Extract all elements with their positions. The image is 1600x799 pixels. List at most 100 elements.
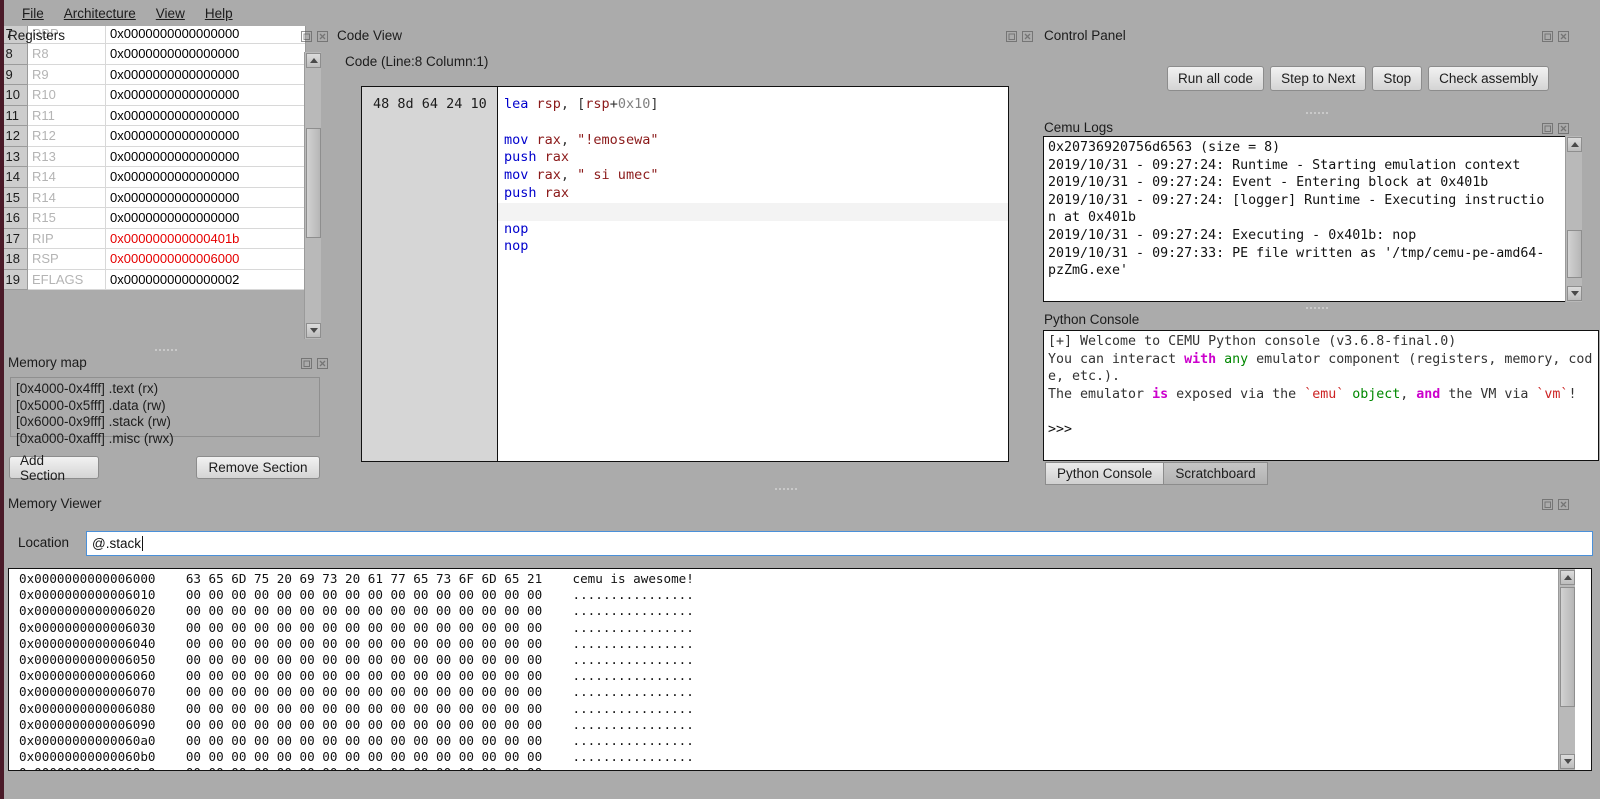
- close-icon[interactable]: [1021, 30, 1034, 43]
- close-icon[interactable]: [316, 30, 329, 43]
- table-row[interactable]: 10 R10 0x0000000000000000: [1, 84, 305, 106]
- run-all-code-button[interactable]: Run all code: [1167, 66, 1265, 91]
- scroll-up-icon[interactable]: [306, 53, 321, 68]
- register-value[interactable]: 0x0000000000000000: [105, 166, 305, 188]
- code-line-current[interactable]: [498, 202, 1008, 221]
- hexdump-row[interactable]: 0x00000000000060a0 00 00 00 00 00 00 00 …: [19, 733, 1591, 749]
- hexdump-row[interactable]: 0x0000000000006090 00 00 00 00 00 00 00 …: [19, 717, 1591, 733]
- table-row[interactable]: 16 R15 0x0000000000000000: [1, 207, 305, 229]
- register-value[interactable]: 0x0000000000000000: [105, 43, 305, 65]
- table-row[interactable]: 17 RIP 0x000000000000401b: [1, 228, 305, 249]
- close-icon[interactable]: [1557, 498, 1570, 511]
- table-row[interactable]: 18 RSP 0x0000000000006000: [1, 248, 305, 270]
- register-value[interactable]: 0x0000000000000000: [105, 84, 305, 106]
- memory-hexdump-vertical-scrollbar[interactable]: [1558, 569, 1575, 770]
- memory-map-section-list[interactable]: [0x4000-0x4fff] .text (rx) [0x5000-0x5fff…: [10, 377, 320, 446]
- scrollbar-thumb[interactable]: [1560, 587, 1575, 707]
- menu-file[interactable]: File: [12, 3, 54, 24]
- code-line[interactable]: nop: [498, 238, 1008, 256]
- code-editor-text[interactable]: lea rsp, [rsp+0x10] mov rax, "!emosewa" p…: [498, 87, 1008, 461]
- register-value[interactable]: 0x0000000000000000: [105, 146, 305, 167]
- hexdump-row[interactable]: 0x0000000000006010 00 00 00 00 00 00 00 …: [19, 587, 1591, 603]
- scrollbar-thumb[interactable]: [1567, 230, 1582, 278]
- stop-button[interactable]: Stop: [1372, 66, 1423, 91]
- list-item[interactable]: [0x6000-0x9fff] .stack (rw): [16, 414, 314, 431]
- scroll-down-icon[interactable]: [1567, 286, 1582, 301]
- splitter-grip-control-panel[interactable]: [1306, 112, 1328, 114]
- location-input[interactable]: @.stack: [86, 531, 1593, 556]
- scroll-down-icon[interactable]: [306, 323, 321, 338]
- add-section-button[interactable]: Add Section: [9, 453, 99, 483]
- scrollbar-thumb[interactable]: [306, 128, 321, 238]
- close-icon[interactable]: [1557, 122, 1570, 135]
- close-icon[interactable]: [316, 357, 329, 370]
- register-value[interactable]: 0x0000000000006000: [105, 248, 305, 270]
- hexdump-row[interactable]: 0x0000000000006040 00 00 00 00 00 00 00 …: [19, 636, 1591, 652]
- float-icon[interactable]: [300, 357, 313, 370]
- register-value[interactable]: 0x0000000000000000: [105, 125, 305, 147]
- table-row[interactable]: 9 R9 0x0000000000000000: [1, 64, 305, 85]
- tab-python-console[interactable]: Python Console: [1045, 462, 1165, 485]
- table-row[interactable]: 14 R14 0x0000000000000000: [1, 166, 305, 188]
- float-icon[interactable]: [1005, 30, 1018, 43]
- menu-view[interactable]: View: [146, 3, 195, 24]
- code-line[interactable]: push rax: [498, 185, 1008, 203]
- cemu-logs-vertical-scrollbar[interactable]: [1565, 136, 1582, 302]
- register-value[interactable]: 0x0000000000000000: [105, 105, 305, 126]
- register-value[interactable]: 0x0000000000000002: [105, 269, 305, 290]
- list-item[interactable]: [0xa000-0xafff] .misc (rwx): [16, 431, 314, 448]
- check-assembly-button[interactable]: Check assembly: [1428, 66, 1550, 91]
- hexdump-row[interactable]: 0x0000000000006080 00 00 00 00 00 00 00 …: [19, 701, 1591, 717]
- table-row[interactable]: 11 R11 0x0000000000000000: [1, 105, 305, 126]
- hexdump-row[interactable]: 0x00000000000060c0 00 00 00 00 00 00 00 …: [19, 765, 1591, 770]
- register-value[interactable]: 0x0000000000000000: [105, 23, 305, 44]
- float-icon[interactable]: [300, 30, 313, 43]
- table-row[interactable]: 15 R14 0x0000000000000000: [1, 187, 305, 208]
- code-editor-frame[interactable]: 48 8d 64 24 10 lea rsp, [rsp+0x10] mov r…: [361, 86, 1009, 462]
- code-line[interactable]: push rax: [498, 149, 1008, 167]
- float-icon[interactable]: [1541, 498, 1554, 511]
- code-line[interactable]: mov rax, "!emosewa": [498, 132, 1008, 150]
- scroll-down-icon[interactable]: [1560, 754, 1575, 769]
- hexdump-row[interactable]: 0x0000000000006000 63 65 6D 75 20 69 73 …: [19, 571, 1591, 587]
- hexdump-row[interactable]: 0x0000000000006070 00 00 00 00 00 00 00 …: [19, 684, 1591, 700]
- list-item[interactable]: [0x5000-0x5fff] .data (rw): [16, 398, 314, 415]
- splitter-grip-registers[interactable]: [155, 349, 177, 351]
- registers-vertical-scrollbar[interactable]: [304, 52, 321, 339]
- list-item[interactable]: [0x4000-0x4fff] .text (rx): [16, 381, 314, 398]
- code-line[interactable]: lea rsp, [rsp+0x10]: [498, 96, 1008, 114]
- table-row[interactable]: 19 EFLAGS 0x0000000000000002: [1, 269, 305, 290]
- window-edge-strip: [0, 0, 4, 799]
- menu-architecture[interactable]: Architecture: [54, 3, 146, 24]
- hexdump-row[interactable]: 0x0000000000006050 00 00 00 00 00 00 00 …: [19, 652, 1591, 668]
- memory-hexdump-frame[interactable]: 0x0000000000006000 63 65 6D 75 20 69 73 …: [8, 568, 1592, 771]
- splitter-grip-code[interactable]: [775, 488, 797, 490]
- splitter-grip-logs[interactable]: [1306, 307, 1328, 309]
- float-icon[interactable]: [1541, 30, 1554, 43]
- hexdump-row[interactable]: 0x00000000000060b0 00 00 00 00 00 00 00 …: [19, 749, 1591, 765]
- cemu-logs-frame[interactable]: 0x20736920756d6563 (size = 8) 2019/10/31…: [1043, 136, 1582, 302]
- register-value[interactable]: 0x0000000000000000: [105, 64, 305, 85]
- menu-help[interactable]: Help: [195, 3, 243, 24]
- hexdump-row[interactable]: 0x0000000000006030 00 00 00 00 00 00 00 …: [19, 620, 1591, 636]
- close-icon[interactable]: [1557, 30, 1570, 43]
- python-console-frame[interactable]: [+] Welcome to CEMU Python console (v3.6…: [1043, 330, 1599, 461]
- step-to-next-button[interactable]: Step to Next: [1270, 66, 1367, 91]
- scroll-up-icon[interactable]: [1560, 570, 1575, 585]
- register-value[interactable]: 0x0000000000000000: [105, 207, 305, 229]
- remove-section-button[interactable]: Remove Section: [196, 456, 320, 479]
- table-row[interactable]: 13 R13 0x0000000000000000: [1, 146, 305, 167]
- code-line[interactable]: [498, 114, 1008, 132]
- float-icon[interactable]: [1541, 122, 1554, 135]
- code-line[interactable]: mov rax, " si umec": [498, 167, 1008, 185]
- scroll-up-icon[interactable]: [1567, 137, 1582, 152]
- register-value[interactable]: 0x0000000000000000: [105, 187, 305, 208]
- hexdump-row[interactable]: 0x0000000000006020 00 00 00 00 00 00 00 …: [19, 603, 1591, 619]
- table-row[interactable]: 8 R8 0x0000000000000000: [1, 43, 305, 65]
- code-line[interactable]: nop: [498, 221, 1008, 239]
- hexdump-row[interactable]: 0x0000000000006060 00 00 00 00 00 00 00 …: [19, 668, 1591, 684]
- tab-scratchboard[interactable]: Scratchboard: [1163, 462, 1268, 485]
- table-row[interactable]: 12 R12 0x0000000000000000: [1, 125, 305, 147]
- register-value[interactable]: 0x000000000000401b: [105, 228, 305, 249]
- console-prompt[interactable]: >>>: [1048, 421, 1594, 439]
